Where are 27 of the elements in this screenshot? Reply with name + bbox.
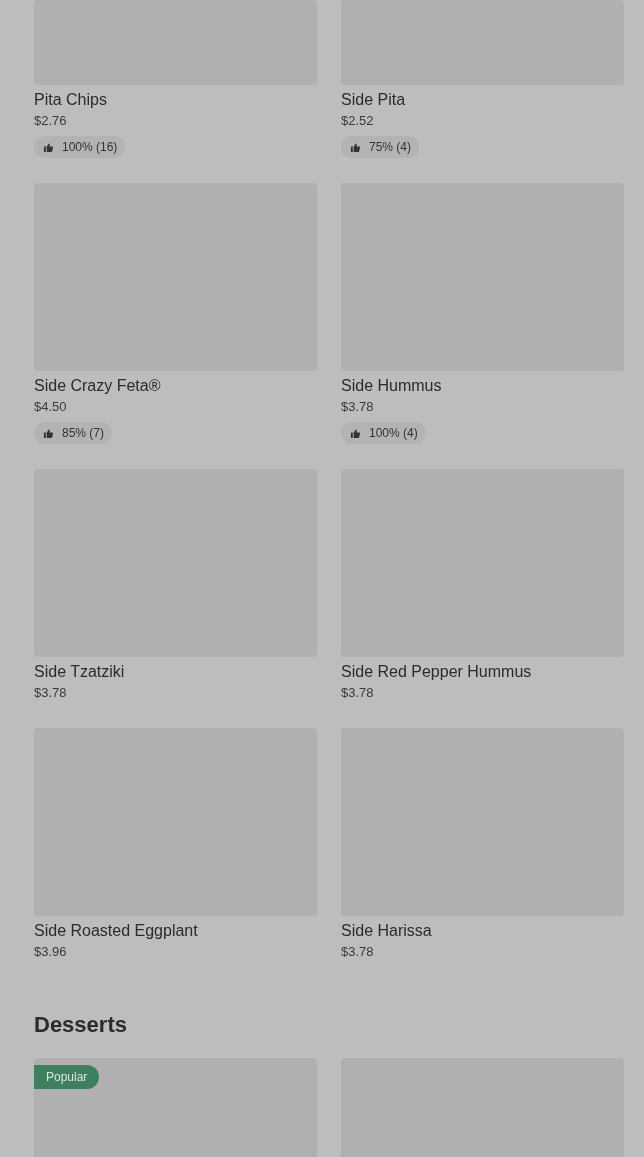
image-placeholder[interactable]: Popular [34, 1058, 317, 1157]
item-price: $3.78 [34, 684, 68, 702]
item-price: $3.78 [341, 684, 375, 702]
item-name: Side Roasted Eggplant [34, 921, 199, 941]
section-heading: Desserts [34, 1011, 128, 1039]
item-price: $3.78 [341, 943, 375, 961]
item-price: $2.52 [341, 112, 375, 130]
thumbs-up-icon [43, 427, 54, 439]
item-name: Side Pita [341, 90, 407, 110]
thumbs-up-icon [350, 141, 361, 153]
item-name: Pita Chips [34, 90, 108, 110]
item-price: $3.78 [341, 398, 375, 416]
item-name: Side Crazy Feta® [34, 376, 162, 396]
item-name: Side Hummus [341, 376, 443, 396]
item-price: $2.76 [34, 112, 68, 130]
thumbs-up-icon [43, 141, 54, 153]
rating-badge: 100% (4) [341, 422, 426, 444]
rating-badge: 85% (7) [34, 422, 113, 444]
rating-badge: 75% (4) [341, 136, 420, 158]
item-name: Side Harissa [341, 921, 433, 941]
item-name: Side Tzatziki [34, 662, 126, 682]
popular-badge: Popular [34, 1065, 100, 1089]
item-name: Side Red Pepper Hummus [341, 662, 533, 682]
item-price: $4.50 [34, 398, 68, 416]
thumbs-up-icon [350, 427, 361, 439]
item-price: $3.96 [34, 943, 68, 961]
rating-badge: 100% (16) [34, 136, 126, 158]
